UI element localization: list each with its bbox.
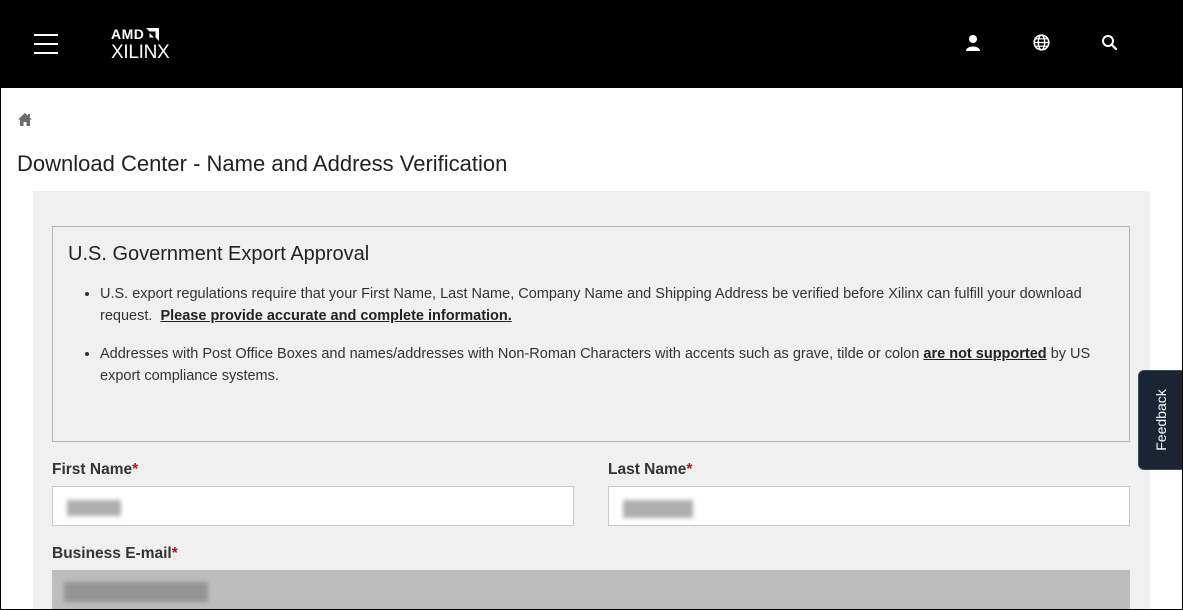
last-name-label: Last Name* [608, 461, 693, 478]
notice-item-verification: U.S. export regulations require that you… [100, 283, 1112, 327]
required-marker: * [132, 461, 139, 478]
notice-item-unsupported: Addresses with Post Office Boxes and nam… [100, 343, 1112, 387]
feedback-tab[interactable]: Feedback [1138, 370, 1183, 470]
redacted-value [67, 500, 121, 516]
required-marker: * [686, 461, 693, 478]
brand-logo[interactable]: AMD XILINX [111, 27, 170, 63]
redacted-value [623, 500, 693, 518]
notice-list: U.S. export regulations require that you… [100, 283, 1112, 403]
accurate-info-link[interactable]: Please provide accurate and complete inf… [160, 308, 511, 324]
amd-logo-text: AMD [111, 27, 169, 41]
home-icon[interactable] [17, 112, 33, 127]
not-supported-link[interactable]: are not supported [923, 346, 1046, 362]
first-name-input[interactable] [52, 486, 574, 526]
amd-arrow-icon [146, 27, 160, 41]
last-name-input[interactable] [608, 486, 1130, 526]
globe-icon[interactable] [1033, 34, 1051, 52]
email-label: Business E-mail* [52, 545, 178, 562]
menu-icon[interactable] [34, 34, 60, 54]
first-name-label: First Name* [52, 461, 139, 478]
search-icon[interactable] [1101, 34, 1119, 52]
notice-heading: U.S. Government Export Approval [68, 243, 370, 265]
page-title: Download Center - Name and Address Verif… [17, 151, 508, 176]
redacted-value [64, 582, 208, 602]
required-marker: * [171, 545, 178, 562]
xilinx-logo-text: XILINX [111, 42, 170, 63]
export-approval-notice: U.S. Government Export Approval U.S. exp… [52, 226, 1130, 442]
top-header: AMD XILINX [0, 0, 1183, 88]
business-email-input[interactable] [52, 570, 1130, 610]
user-icon[interactable] [965, 34, 983, 52]
